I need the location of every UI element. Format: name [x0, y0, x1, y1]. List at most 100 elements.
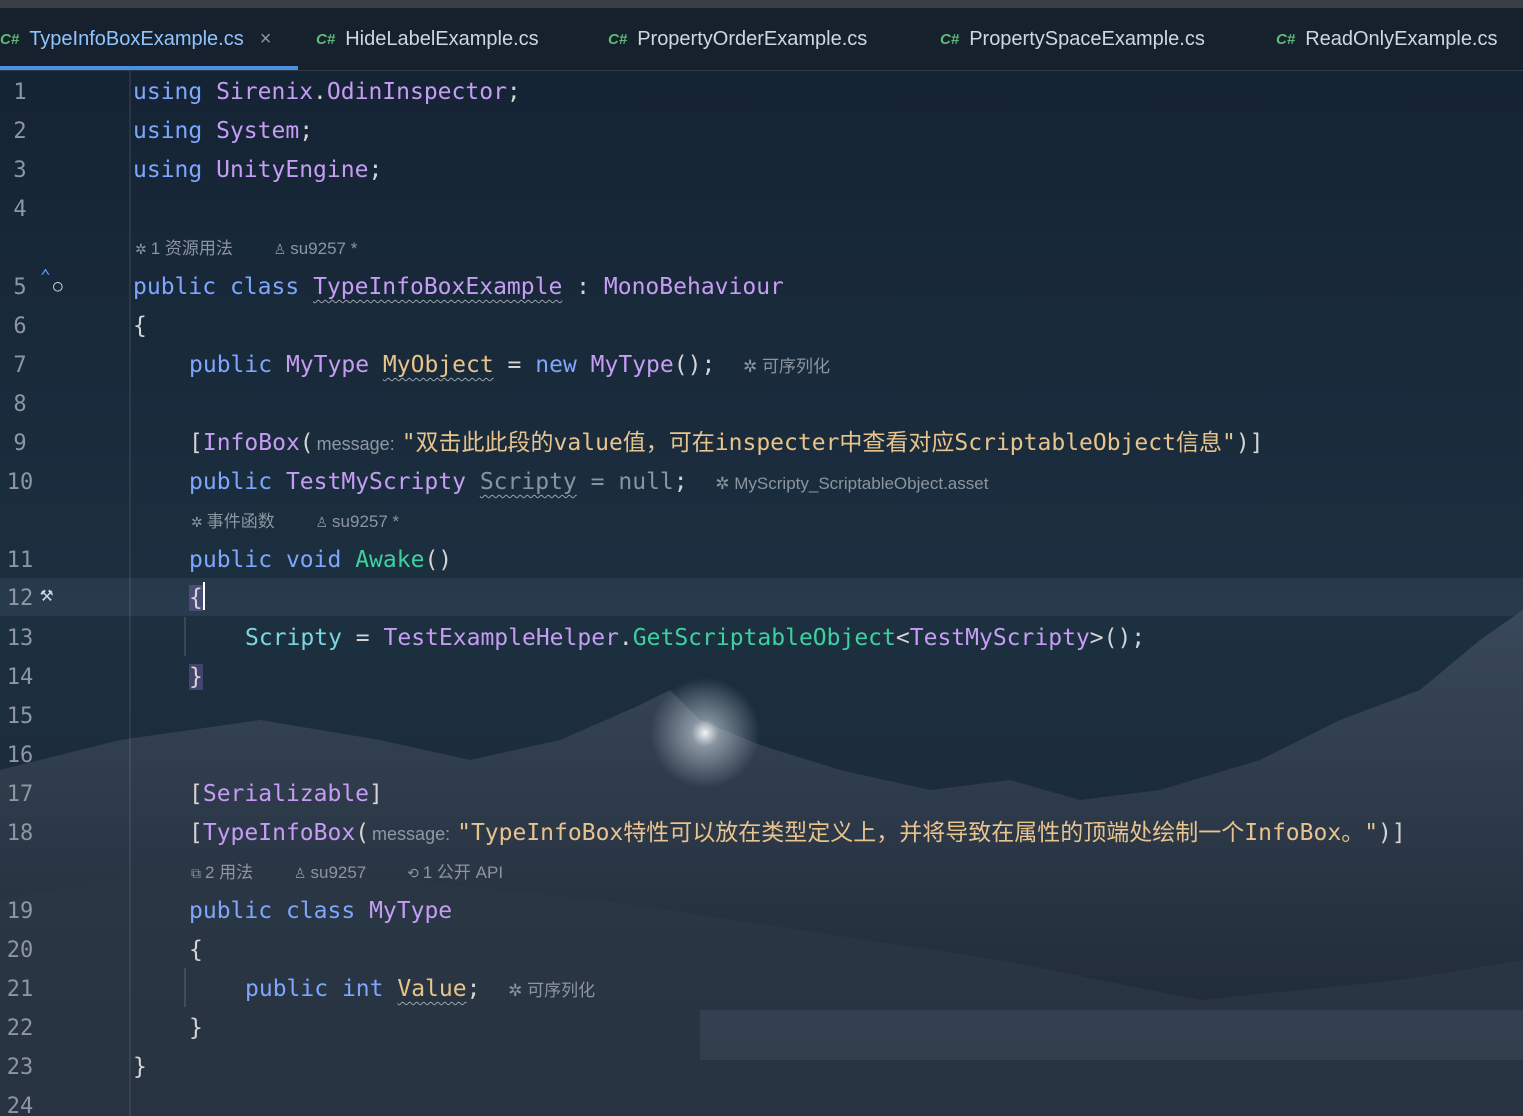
hint-text: 可序列化	[761, 357, 830, 376]
usages-icon: ⧉	[191, 865, 201, 881]
namespace: Sirenix	[216, 79, 314, 105]
usages-hint[interactable]: ⧉ 2 用法	[191, 863, 271, 882]
code-line-16[interactable]: 16	[0, 736, 1523, 775]
punct: [	[189, 781, 203, 807]
serializable-hint[interactable]: ✲ 可序列化	[508, 981, 595, 1000]
punct: =	[507, 352, 522, 378]
line-number: 12	[6, 586, 34, 611]
csharp-file-icon: C#	[1276, 30, 1296, 48]
code-line-24[interactable]: 24	[0, 1087, 1523, 1116]
code-line-10[interactable]: 10 public TestMyScripty Scripty = null; …	[0, 463, 1523, 502]
line-number: 5	[13, 275, 27, 300]
code-line-21[interactable]: 21 public int Value; ✲ 可序列化	[0, 970, 1523, 1009]
code-line-1[interactable]: 1 using Sirenix.OdinInspector;	[0, 73, 1523, 112]
code-line-20[interactable]: 20 {	[0, 931, 1523, 970]
line-number: 18	[6, 821, 34, 846]
code-line-6[interactable]: 6 {	[0, 307, 1523, 346]
asset-reference-hint[interactable]: ✲ MyScripty_ScriptableObject.asset	[715, 474, 988, 493]
punct: .	[313, 79, 327, 105]
keyword: public	[245, 976, 329, 1002]
author-name: su9257	[310, 863, 367, 882]
close-icon[interactable]: ×	[260, 28, 272, 51]
tab-readonlyexample[interactable]: C# ReadOnlyExample.cs	[1276, 8, 1498, 70]
punct: >();	[1089, 625, 1146, 651]
override-marker-icon[interactable]: ○	[53, 276, 63, 295]
punct: (	[355, 820, 370, 846]
window-top-strip	[0, 0, 1523, 8]
tab-hidelabelexample[interactable]: C# HideLabelExample.cs	[316, 8, 539, 70]
active-tab-indicator	[0, 66, 298, 70]
parameter-name-hint: message:	[372, 824, 451, 844]
event-function-hint[interactable]: ✲ 事件函数	[191, 512, 293, 531]
punct: =	[590, 469, 605, 495]
punct: ;	[673, 469, 688, 495]
asset-usage-hint[interactable]: ✲ 1 资源用法	[135, 239, 251, 258]
author-hint[interactable]: ♙ su9257 *	[274, 239, 376, 258]
hammer-icon[interactable]: ⚒	[40, 582, 53, 607]
attribute-name: InfoBox	[202, 430, 300, 456]
line-number: 9	[13, 431, 27, 456]
code-line-12[interactable]: 12 ⚒ {	[0, 579, 1523, 618]
implemented-up-icon[interactable]: ⌃	[40, 266, 51, 287]
punct: )]	[1378, 820, 1406, 846]
line-number: 23	[6, 1055, 34, 1080]
line-number: 8	[13, 392, 27, 417]
text-cursor	[202, 582, 205, 610]
code-line-17[interactable]: 17 [Serializable]	[0, 775, 1523, 814]
code-line-13[interactable]: 13 Scripty = TestExampleHelper.GetScript…	[0, 619, 1523, 658]
tab-propertyspaceexample[interactable]: C# PropertySpaceExample.cs	[940, 8, 1205, 70]
code-line-3[interactable]: 3 using UnityEngine;	[0, 151, 1523, 190]
code-line-15[interactable]: 15	[0, 697, 1523, 736]
line-number: 13	[6, 626, 34, 651]
public-api-hint[interactable]: ⟲ 1 公开 API	[407, 863, 521, 882]
punct: ()	[424, 547, 453, 573]
author-hint[interactable]: ♙ su9257	[294, 863, 384, 882]
type-name: MyType	[590, 352, 674, 378]
unity-icon: ✲	[135, 241, 147, 257]
code-line-7[interactable]: 7 public MyType MyObject = new MyType();…	[0, 346, 1523, 385]
tab-label: ReadOnlyExample.cs	[1305, 27, 1498, 50]
unity-icon: ✲	[715, 474, 735, 493]
code-line-4[interactable]: 4	[0, 190, 1523, 229]
attribute-name: TypeInfoBox	[202, 820, 356, 846]
hint-text: 可序列化	[527, 981, 596, 1000]
code-line-5[interactable]: 5 ⌃ ○ public class TypeInfoBoxExample : …	[0, 266, 1523, 307]
line-number: 19	[6, 899, 34, 924]
tab-label: HideLabelExample.cs	[345, 27, 539, 50]
code-editor[interactable]: 1 using Sirenix.OdinInspector; 2 using S…	[0, 71, 1523, 1116]
method-name: GetScriptableObject	[632, 625, 896, 651]
line-number: 4	[13, 197, 27, 222]
code-line-23[interactable]: 23 }	[0, 1048, 1523, 1087]
line-number: 17	[6, 782, 34, 807]
line-number: 3	[13, 158, 27, 183]
punct: ;	[368, 157, 383, 183]
usage-count: 2 用法	[205, 863, 254, 882]
string-literal: "双击此此段的value值，可在inspecter中查看对应Scriptable…	[401, 430, 1236, 456]
field-name: MyObject	[382, 352, 494, 378]
punct: <	[895, 625, 910, 651]
code-line-11[interactable]: 11 public void Awake()	[0, 541, 1523, 580]
code-line-22[interactable]: 22 }	[0, 1009, 1523, 1048]
code-line-19[interactable]: 19 public class MyType	[0, 892, 1523, 931]
line-number: 10	[6, 470, 34, 495]
code-line-14[interactable]: 14 }	[0, 658, 1523, 697]
code-line-9[interactable]: 9 [InfoBox(message: "双击此此段的value值，可在inspe…	[0, 424, 1523, 463]
code-line-2[interactable]: 2 using System;	[0, 112, 1523, 151]
api-count: 1 公开 API	[422, 863, 504, 882]
code-line-8[interactable]: 8	[0, 385, 1523, 424]
line-number: 2	[13, 119, 27, 144]
namespace: OdinInspector	[326, 79, 507, 105]
punct: ();	[673, 352, 716, 378]
code-lens-type: ⧉ 2 用法 ♙ su9257 ⟲ 1 公开 API	[191, 853, 539, 892]
serializable-hint[interactable]: ✲ 可序列化	[743, 357, 830, 376]
keyword: int	[341, 976, 384, 1002]
unity-icon: ✲	[743, 357, 762, 376]
author-hint[interactable]: ♙ su9257 *	[315, 512, 417, 531]
type-name: TestMyScripty	[909, 625, 1090, 651]
line-number: 6	[13, 314, 27, 339]
punct: )]	[1235, 430, 1264, 456]
line-number: 24	[6, 1094, 34, 1116]
code-line-18[interactable]: 18 [TypeInfoBox(message: "TypeInfoBox特性可以…	[0, 814, 1523, 853]
tab-propertyorderexample[interactable]: C# PropertyOrderExample.cs	[608, 8, 867, 70]
tab-typeinfoboxexample[interactable]: C# TypeInfoBoxExample.cs ×	[0, 8, 271, 70]
